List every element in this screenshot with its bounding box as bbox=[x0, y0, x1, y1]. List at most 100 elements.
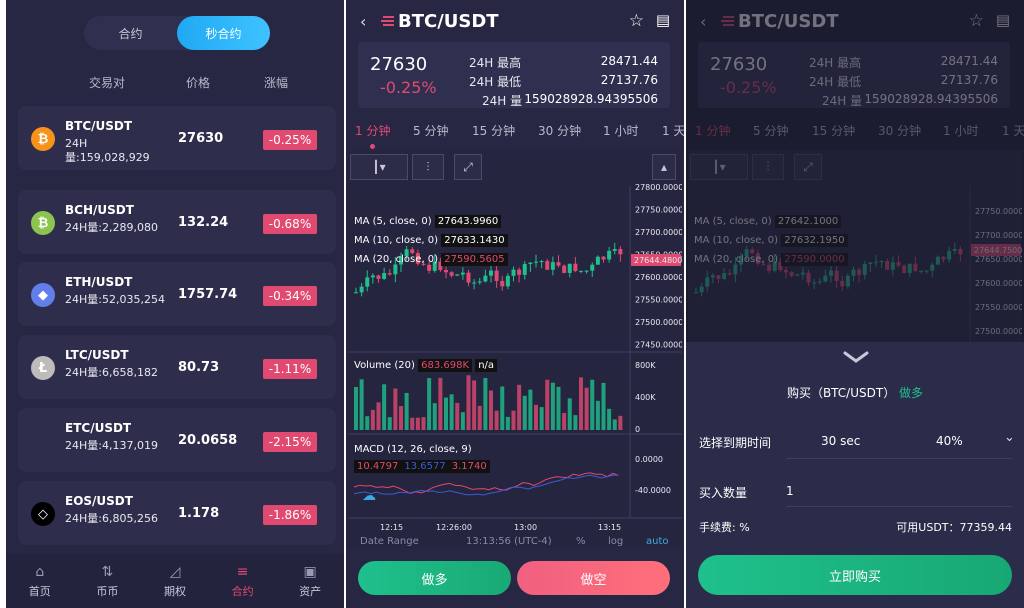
timeframe-5m[interactable]: 5 分钟 bbox=[413, 122, 448, 139]
timeframe-15m[interactable]: 15 分钟 bbox=[472, 122, 515, 139]
tab-label: 期权 bbox=[163, 584, 186, 598]
ticker-summary: 27630 -0.25% 24H 最高 28471.44 24H 最低 2713… bbox=[358, 42, 670, 108]
timeframe-tabs: 1 分钟 5 分钟 15 分钟 30 分钟 1 小时 1 天 bbox=[686, 120, 1024, 144]
market-row[interactable]: ₿ BCH/USDT 24H量:2,289,080 132.24 -0.68% bbox=[18, 190, 336, 254]
y-tick-label: 27700.0000 bbox=[975, 231, 1022, 240]
high-label: 24H 最高 bbox=[809, 56, 862, 70]
volume-tick-label: 0 bbox=[635, 425, 640, 434]
kline-chart[interactable]: 27800.000027750.000027700.000027650.0000… bbox=[348, 150, 682, 548]
date-range-button[interactable]: Date Range bbox=[360, 536, 419, 547]
pair-price: 1.178 bbox=[178, 506, 220, 521]
tab-options[interactable]: ◿ 期权 bbox=[141, 554, 209, 608]
quantity-label: 买入数量 bbox=[699, 486, 748, 500]
timezone-label: 13:13:56 (UTC-4) bbox=[466, 536, 552, 547]
tab-contract[interactable]: 合约 bbox=[84, 16, 177, 50]
pair-volume: 24H量:4,137,019 bbox=[65, 439, 158, 452]
timeframe-30m[interactable]: 30 分钟 bbox=[538, 122, 581, 139]
x-tick-label: 12:26:00 bbox=[436, 523, 472, 532]
high-value: 28471.44 bbox=[940, 54, 998, 68]
back-arrow-icon[interactable]: ‹ bbox=[360, 12, 366, 31]
favorite-star-icon[interactable]: ☆ bbox=[629, 11, 644, 31]
pair-change-badge: -1.86% bbox=[263, 505, 317, 525]
y-tick-label: 27500.0000 bbox=[635, 318, 682, 327]
pair-name: BTC/USDT bbox=[65, 119, 133, 133]
price-change: -0.25% bbox=[720, 78, 777, 97]
order-history-icon: ▤ bbox=[995, 11, 1010, 29]
market-row[interactable]: ₿ BTC/USDT 24H 量:159,028,929 27630 -0.25% bbox=[18, 106, 336, 170]
tab-spot[interactable]: ⇅ 币币 bbox=[74, 554, 142, 608]
price-change: -0.25% bbox=[380, 78, 437, 97]
go-long-button[interactable]: 做多 bbox=[358, 561, 511, 595]
pair-price: 1757.74 bbox=[178, 287, 238, 302]
y-tick-label: 27650.0000 bbox=[975, 255, 1022, 264]
tab-label: 首页 bbox=[28, 584, 51, 598]
volume-na: n/a bbox=[475, 359, 498, 372]
wallet-icon: ▣ bbox=[303, 563, 317, 580]
tab-label: 币币 bbox=[96, 584, 119, 598]
volume-tick-label: 800K bbox=[635, 361, 656, 370]
ma5-legend: MA (5, close, 0) 27643.9960 bbox=[354, 215, 502, 228]
y-tick-label: 27550.0000 bbox=[975, 303, 1022, 312]
market-row[interactable]: ◇ EOS/USDT 24H量:6,805,256 1.178 -1.86% bbox=[18, 481, 336, 545]
pair-name: ETH/USDT bbox=[65, 275, 133, 289]
tab-home[interactable]: ⌂ 首页 bbox=[6, 554, 74, 608]
log-toggle[interactable]: log bbox=[608, 536, 623, 547]
timeframe-1h: 1 小时 bbox=[943, 124, 979, 138]
market-row[interactable]: ETC/USDT 24H量:4,137,019 20.0658 -2.15% bbox=[18, 408, 336, 472]
market-row[interactable]: Ł LTC/USDT 24H量:6,658,182 80.73 -1.11% bbox=[18, 335, 336, 399]
timeframe-1d[interactable]: 1 天 bbox=[662, 122, 684, 139]
divider bbox=[786, 506, 1012, 507]
last-price: 27630 bbox=[710, 54, 768, 75]
order-history-icon[interactable]: ▤ bbox=[656, 11, 670, 29]
pair-volume: 24H量:2,289,080 bbox=[65, 221, 158, 234]
tab-contract-nav[interactable]: ≡ 合约 bbox=[209, 554, 277, 608]
auto-toggle[interactable]: auto bbox=[646, 536, 669, 547]
timeframe-1m[interactable]: 1 分钟 bbox=[355, 122, 390, 139]
ma20-value: 27590.0000 bbox=[781, 253, 848, 266]
tab-label: 资产 bbox=[299, 584, 322, 598]
current-price-tag: 27644.7500 bbox=[974, 246, 1022, 255]
quantity-input[interactable]: 1 bbox=[786, 484, 794, 498]
y-tick-label: 27800.0000 bbox=[635, 183, 682, 192]
chevron-down-icon[interactable] bbox=[843, 350, 869, 364]
timeframe-1h[interactable]: 1 小时 bbox=[603, 122, 638, 139]
expiry-rate[interactable]: 40% bbox=[936, 434, 963, 448]
ma20-value: 27590.5605 bbox=[441, 253, 508, 266]
market-panel: 合约 秒合约 交易对 价格 涨幅 ₿ BTC/USDT 24H 量:159,028,… bbox=[6, 0, 344, 608]
dropdown-chevron-icon[interactable]: ⌄ bbox=[1004, 430, 1015, 445]
expiry-value[interactable]: 30 sec bbox=[821, 434, 860, 448]
low-value: 27137.76 bbox=[600, 73, 658, 87]
chart-panel: ‹ BTC/USDT ☆ ▤ 27630 -0.25% 24H 最高 28471… bbox=[346, 0, 684, 608]
bitcoin-icon: ₿ bbox=[31, 127, 55, 151]
ticker-summary: 27630 -0.25% 24H 最高 28471.44 24H 最低 2713… bbox=[698, 42, 1010, 108]
pair-change-badge: -0.25% bbox=[263, 130, 317, 150]
x-tick-label: 13:15 bbox=[598, 523, 621, 532]
pair-name: EOS/USDT bbox=[65, 494, 133, 508]
y-tick-label: 27450.0000 bbox=[635, 341, 682, 350]
pair-title: BTC/USDT bbox=[398, 11, 499, 32]
tab-assets[interactable]: ▣ 资产 bbox=[276, 554, 344, 608]
fee-label: 手续费: % bbox=[699, 521, 750, 534]
purchase-sheet: 购买（BTC/USDT） 做多 选择到期时间 30 sec 40% ⌄ 买入数量… bbox=[686, 342, 1024, 608]
active-timeframe-dot bbox=[370, 144, 375, 149]
pair-price: 20.0658 bbox=[178, 433, 238, 448]
go-short-button[interactable]: 做空 bbox=[517, 561, 670, 595]
low-value: 27137.76 bbox=[940, 73, 998, 87]
market-row[interactable]: ◆ ETH/USDT 24H量:52,035,254 1757.74 -0.34% bbox=[18, 262, 336, 326]
current-price-tag: 27644.4800 bbox=[634, 256, 682, 265]
dimmed-chart-background: ‹ BTC/USDT ☆ ▤ 27630 -0.25% 24H 最高 28471… bbox=[686, 0, 1024, 342]
pair-volume: 24H量:6,805,256 bbox=[65, 512, 158, 525]
buy-now-button[interactable]: 立即购买 bbox=[698, 555, 1012, 595]
timeframe-tabs: 1 分钟 5 分钟 15 分钟 30 分钟 1 小时 1 天 bbox=[346, 120, 684, 144]
y-tick-label: 27700.0000 bbox=[635, 228, 682, 237]
tab-second-contract[interactable]: 秒合约 bbox=[177, 16, 270, 50]
ma20-legend: MA (20, close, 0) 27590.5605 bbox=[354, 253, 508, 266]
low-label: 24H 最低 bbox=[469, 75, 522, 89]
timeframe-1m: 1 分钟 bbox=[695, 124, 731, 138]
percent-toggle[interactable]: % bbox=[576, 536, 586, 547]
tradingview-cloud-icon: ☁ bbox=[362, 488, 376, 504]
ma10-value: 27632.1950 bbox=[781, 234, 848, 247]
pair-name: LTC/USDT bbox=[65, 348, 129, 362]
macd-tick-label: -40.0000 bbox=[635, 486, 671, 495]
low-label: 24H 最低 bbox=[809, 75, 862, 89]
